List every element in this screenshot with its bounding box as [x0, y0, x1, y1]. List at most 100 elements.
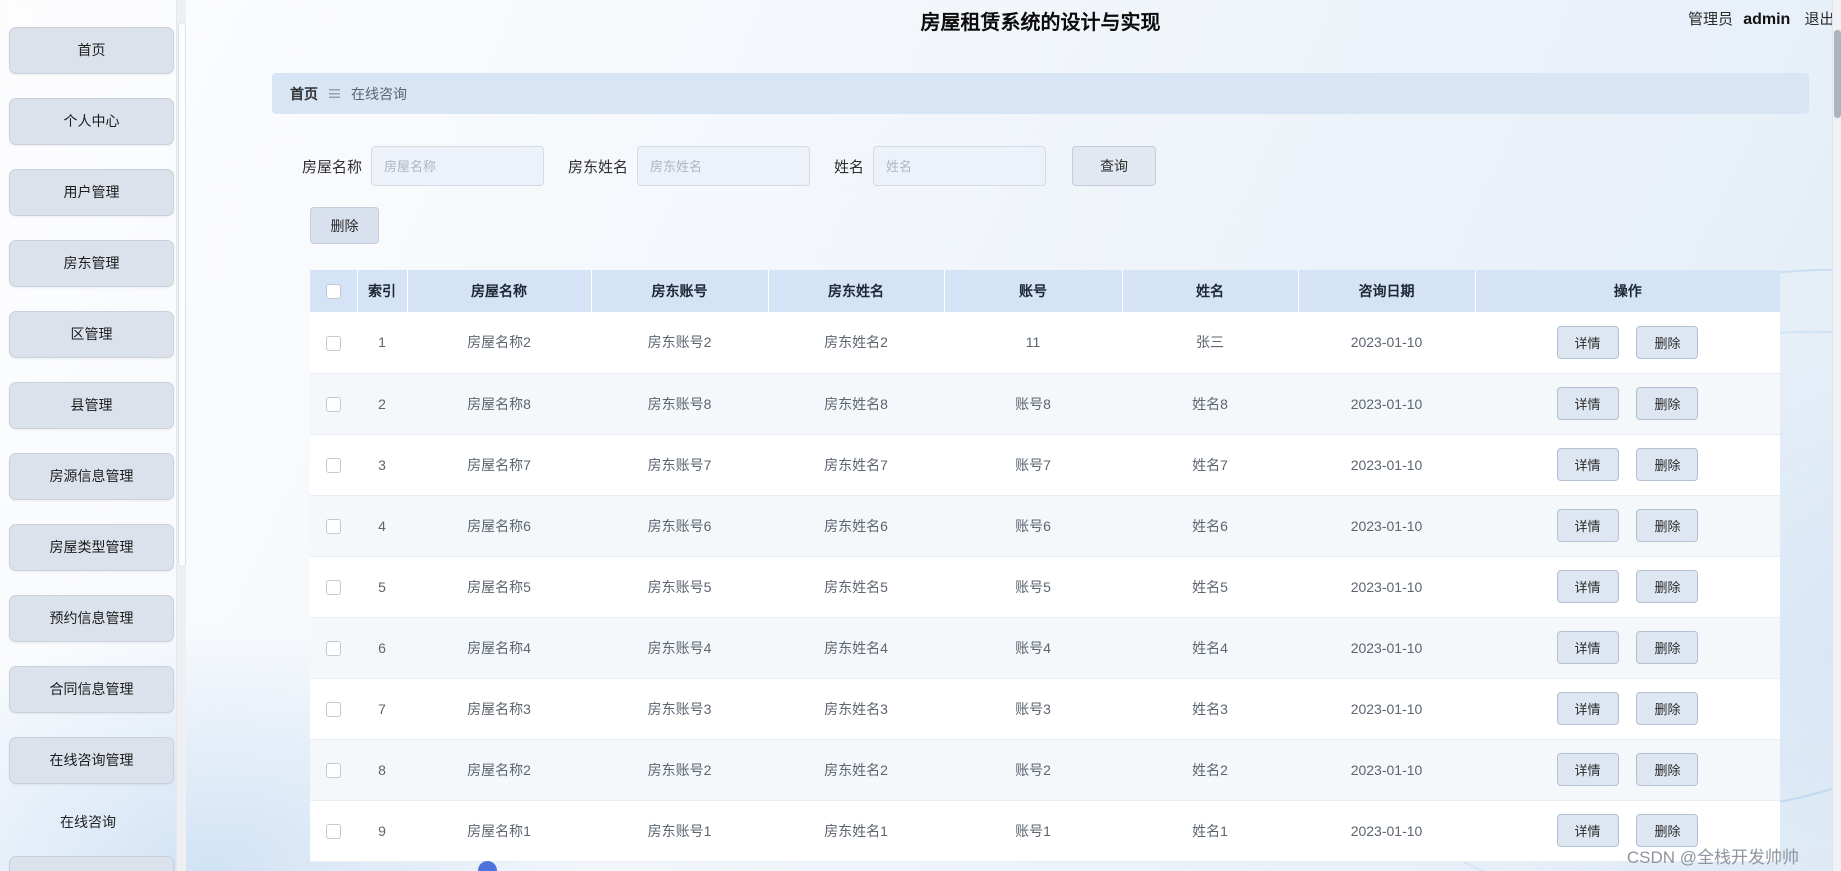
sidebar-item-label: 区管理: [70, 326, 113, 342]
table-row: 4 房屋名称6 房东账号6 房东姓名6 账号6 姓名6 2023-01-10 详…: [310, 495, 1780, 557]
cell-landlord-account: 房东账号6: [591, 495, 768, 557]
cell-date: 2023-01-10: [1298, 312, 1475, 374]
row-checkbox[interactable]: [326, 518, 341, 534]
breadcrumb-home-link[interactable]: 首页: [290, 84, 318, 104]
detail-button[interactable]: 详情: [1556, 631, 1619, 664]
col-header-date: 咨询日期: [1298, 270, 1476, 312]
delete-button[interactable]: 删除: [1636, 509, 1699, 542]
cell-date: 2023-01-10: [1298, 800, 1475, 862]
cell-date: 2023-01-10: [1298, 617, 1475, 679]
cell-date: 2023-01-10: [1298, 556, 1475, 618]
cell-name: 姓名6: [1122, 495, 1298, 557]
cell-house-name: 房屋名称4: [407, 617, 591, 679]
delete-button[interactable]: 删除: [1636, 325, 1699, 359]
row-checkbox[interactable]: [326, 457, 341, 473]
detail-button[interactable]: 详情: [1556, 509, 1619, 542]
cell-name: 姓名5: [1122, 556, 1298, 618]
sidebar-item-county-management[interactable]: 县管理: [9, 382, 174, 429]
row-checkbox[interactable]: [326, 640, 341, 656]
detail-button[interactable]: 详情: [1556, 753, 1619, 786]
sidebar-item-house-type-management[interactable]: 房屋类型管理: [9, 524, 174, 571]
sidebar-scrollbar-thumb[interactable]: [178, 22, 186, 567]
sidebar-item-label: 用户管理: [63, 184, 120, 200]
select-all-checkbox[interactable]: [325, 284, 341, 300]
cell-landlord-account: 房东账号4: [591, 617, 768, 679]
watermark: CSDN @全栈开发帅帅: [1626, 848, 1799, 867]
detail-button[interactable]: 详情: [1556, 814, 1619, 847]
cell-index: 7: [357, 678, 407, 740]
cell-landlord-account: 房东账号5: [591, 556, 768, 618]
delete-button[interactable]: 删除: [1636, 631, 1699, 664]
col-header-landlord-name: 房东姓名: [768, 270, 945, 312]
col-header-account: 账号: [944, 270, 1123, 312]
breadcrumb-current: 在线咨询: [351, 85, 407, 102]
table-row: 8 房屋名称2 房东账号2 房东姓名2 账号2 姓名2 2023-01-10 详…: [310, 739, 1780, 801]
sidebar-item-landlord-management[interactable]: 房东管理: [9, 240, 174, 287]
sidebar-item-label: 房东管理: [63, 255, 120, 271]
sidebar-item-user-management[interactable]: 用户管理: [9, 169, 174, 216]
row-checkbox[interactable]: [326, 335, 341, 351]
sidebar-item-label: 房屋类型管理: [49, 539, 134, 555]
page-scrollbar[interactable]: [1832, 0, 1841, 871]
landlord-name-input[interactable]: [637, 146, 811, 186]
name-input[interactable]: [873, 146, 1047, 186]
col-header-landlord-account: 房东账号: [591, 270, 769, 312]
query-button[interactable]: 查询: [1072, 146, 1157, 186]
row-checkbox[interactable]: [326, 396, 341, 412]
delete-button[interactable]: 删除: [1636, 387, 1699, 420]
sidebar-item-label: 房源信息管理: [49, 468, 134, 484]
row-checkbox[interactable]: [326, 579, 341, 595]
detail-button[interactable]: 详情: [1556, 325, 1619, 359]
cell-name: 姓名3: [1122, 678, 1298, 740]
sidebar-item-home[interactable]: 首页: [9, 27, 174, 74]
detail-button[interactable]: 详情: [1556, 387, 1619, 420]
house-name-input[interactable]: [371, 146, 545, 186]
row-checkbox[interactable]: [326, 701, 341, 717]
sidebar-item-label: 合同信息管理: [49, 681, 134, 697]
sidebar-item-label: 个人中心: [63, 113, 120, 129]
detail-button[interactable]: 详情: [1556, 692, 1619, 725]
sidebar-item-contract-management[interactable]: 合同信息管理: [9, 666, 174, 713]
cell-landlord-account: 房东账号7: [591, 434, 768, 496]
sidebar-item-online-consult-management[interactable]: 在线咨询管理: [9, 737, 174, 784]
cell-index: 6: [357, 617, 407, 679]
delete-button[interactable]: 删除: [1636, 692, 1699, 725]
sidebar-item-profile[interactable]: 个人中心: [9, 98, 174, 145]
detail-button[interactable]: 详情: [1556, 570, 1619, 603]
cell-account: 账号2: [944, 739, 1122, 801]
delete-button[interactable]: 删除: [1636, 570, 1699, 603]
cell-index: 5: [357, 556, 407, 618]
page-scrollbar-thumb[interactable]: [1834, 30, 1841, 118]
sidebar-item-housing-info-management[interactable]: 房源信息管理: [9, 453, 174, 500]
col-header-index: 索引: [357, 270, 408, 312]
cell-name: 姓名8: [1122, 373, 1298, 435]
cell-account: 账号5: [944, 556, 1122, 618]
sidebar-subitem-online-consult[interactable]: 在线咨询: [0, 808, 176, 836]
toolbar: 删除: [310, 207, 379, 244]
cell-date: 2023-01-10: [1298, 434, 1475, 496]
consultation-table: 索引 房屋名称 房东账号 房东姓名 账号 姓名 咨询日期 操作 1 房屋名称2 …: [310, 270, 1780, 862]
table-row: 3 房屋名称7 房东账号7 房东姓名7 账号7 姓名7 2023-01-10 详…: [310, 434, 1780, 496]
row-checkbox[interactable]: [326, 823, 341, 839]
cell-house-name: 房屋名称1: [407, 800, 591, 862]
cell-name: 姓名7: [1122, 434, 1298, 496]
sidebar-item-reservation-management[interactable]: 预约信息管理: [9, 595, 174, 642]
batch-delete-button[interactable]: 删除: [310, 207, 379, 244]
cell-landlord-name: 房东姓名1: [768, 800, 944, 862]
cell-landlord-name: 房东姓名2: [768, 312, 944, 374]
sidebar-item-partial[interactable]: [9, 856, 174, 871]
cell-landlord-account: 房东账号8: [591, 373, 768, 435]
cell-index: 3: [357, 434, 407, 496]
select-all-header: [310, 270, 358, 312]
table-row: 6 房屋名称4 房东账号4 房东姓名4 账号4 姓名4 2023-01-10 详…: [310, 617, 1780, 679]
cell-date: 2023-01-10: [1298, 495, 1475, 557]
detail-button[interactable]: 详情: [1556, 448, 1619, 481]
cell-landlord-account: 房东账号2: [591, 312, 768, 374]
sidebar-item-district-management[interactable]: 区管理: [9, 311, 174, 358]
sidebar-scrollbar[interactable]: [176, 0, 186, 871]
cell-index: 1: [357, 312, 407, 374]
row-checkbox[interactable]: [326, 762, 341, 778]
delete-button[interactable]: 删除: [1636, 448, 1699, 481]
delete-button[interactable]: 删除: [1636, 753, 1699, 786]
cell-landlord-name: 房东姓名6: [768, 495, 944, 557]
